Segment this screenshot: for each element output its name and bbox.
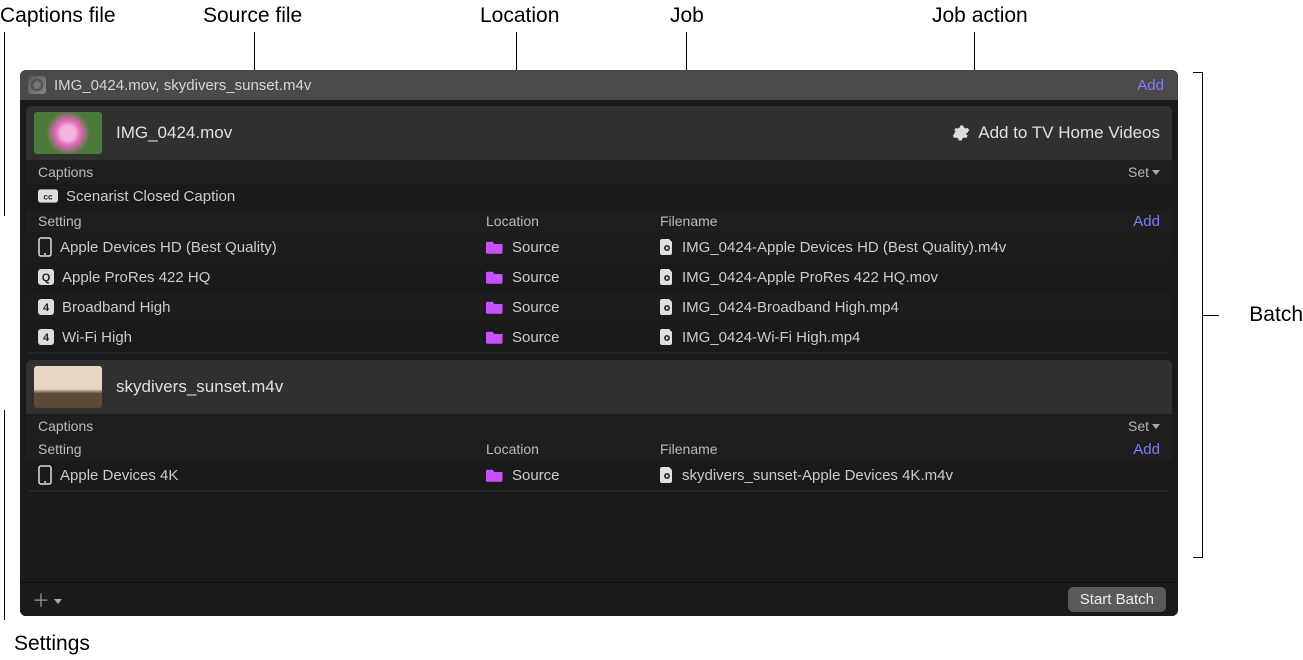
job-header[interactable]: skydivers_sunset.m4v [26,360,1172,414]
bottom-bar: ＋ Start Batch [20,582,1178,616]
filename-name: IMG_0424-Apple Devices HD (Best Quality)… [682,239,1006,256]
chevron-down-icon[interactable] [54,599,62,604]
col-location: Location [486,441,660,457]
device-icon [38,237,52,257]
location-name: Source [512,329,560,346]
annot-location: Location [480,4,559,28]
filename-name: IMG_0424-Wi-Fi High.mp4 [682,329,860,346]
caption-file-name: Scenarist Closed Caption [66,188,235,205]
file-icon [660,269,674,285]
folder-icon [486,330,504,344]
job-block: skydivers_sunset.m4v Captions Set Settin… [26,360,1172,492]
setting-name: Wi-Fi High [62,329,132,346]
chevron-down-icon [1152,424,1160,429]
svg-text:cc: cc [43,191,53,201]
job-block: IMG_0424.mov Add to TV Home Videos Capti… [26,106,1172,354]
batch-panel: IMG_0424.mov, skydivers_sunset.m4v Add I… [20,70,1178,616]
location-name: Source [512,269,560,286]
captions-set-menu[interactable]: Set [1128,418,1160,434]
batch-header[interactable]: IMG_0424.mov, skydivers_sunset.m4v Add [20,70,1178,100]
output-cols-header: Setting Location Filename Add [26,210,1172,232]
q-icon: Q [38,269,54,285]
setting-name: Apple ProRes 422 HQ [62,269,210,286]
svg-text:4: 4 [43,332,50,344]
job-action-label: Add to TV Home Videos [978,123,1160,143]
folder-icon [486,270,504,284]
annot-source-file: Source file [203,4,302,28]
plus-icon[interactable]: ＋ [32,587,50,613]
job-thumbnail [34,112,102,154]
col-setting: Setting [38,441,486,457]
mp4-icon: 4 [38,299,54,315]
output-row[interactable]: 4 Broadband High Source IMG_0424-Broadba… [26,292,1172,322]
annot-job: Job [670,4,704,28]
col-location: Location [486,213,660,229]
source-file-name: skydivers_sunset.m4v [116,377,1160,397]
annotations-top: Captions file Source file Location Job J… [0,4,1303,80]
job-action[interactable]: Add to TV Home Videos [952,123,1160,143]
captions-label: Captions [38,164,1128,180]
add-output-link[interactable]: Add [1133,441,1160,458]
col-setting: Setting [38,213,486,229]
file-icon [660,239,674,255]
cc-icon: cc [38,189,58,203]
folder-icon [486,300,504,314]
filename-name: skydivers_sunset-Apple Devices 4K.m4v [682,467,953,484]
file-icon [660,299,674,315]
device-icon [38,465,52,485]
location-name: Source [512,239,560,256]
file-icon [660,329,674,345]
svg-text:Q: Q [42,272,51,284]
folder-icon [486,240,504,254]
annotations-right: Batch [1193,70,1303,566]
setting-name: Broadband High [62,299,170,316]
add-batch-link[interactable]: Add [1137,77,1164,94]
captions-label: Captions [38,418,1128,434]
job-header[interactable]: IMG_0424.mov Add to TV Home Videos [26,106,1172,160]
annot-job-action: Job action [932,4,1028,28]
output-row[interactable]: Q Apple ProRes 422 HQ Source IMG_0424-Ap… [26,262,1172,292]
job-thumbnail [34,366,102,408]
caption-file-row[interactable]: cc Scenarist Closed Caption [26,184,1172,210]
col-filename: Filename [660,213,1133,229]
captions-section-header: Captions Set [26,414,1172,438]
col-filename: Filename [660,441,1133,457]
output-row[interactable]: Apple Devices 4K Source skydivers_sunset… [26,460,1172,490]
setting-name: Apple Devices 4K [60,467,178,484]
annot-batch: Batch [1249,303,1303,327]
file-icon [660,467,674,483]
batch-title: IMG_0424.mov, skydivers_sunset.m4v [54,77,1129,94]
annot-settings: Settings [14,632,90,656]
add-output-link[interactable]: Add [1133,213,1160,230]
output-row[interactable]: 4 Wi-Fi High Source IMG_0424-Wi-Fi High.… [26,322,1172,352]
location-name: Source [512,467,560,484]
filename-name: IMG_0424-Apple ProRes 422 HQ.mov [682,269,938,286]
start-batch-button[interactable]: Start Batch [1068,587,1166,612]
output-cols-header: Setting Location Filename Add [26,438,1172,460]
source-file-name: IMG_0424.mov [116,123,952,143]
filename-name: IMG_0424-Broadband High.mp4 [682,299,899,316]
gear-icon [952,124,970,142]
output-row[interactable]: Apple Devices HD (Best Quality) Source I… [26,232,1172,262]
mp4-icon: 4 [38,329,54,345]
location-name: Source [512,299,560,316]
annot-captions-file: Captions file [0,4,116,28]
folder-icon [486,468,504,482]
setting-name: Apple Devices HD (Best Quality) [60,239,277,256]
captions-set-menu[interactable]: Set [1128,164,1160,180]
captions-section-header: Captions Set [26,160,1172,184]
chevron-down-icon [1152,170,1160,175]
svg-text:4: 4 [43,302,50,314]
batch-icon [28,76,46,94]
